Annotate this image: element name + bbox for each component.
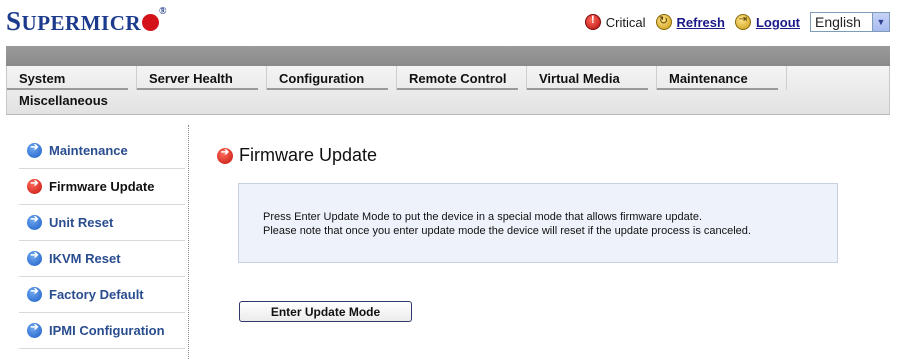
blue-arrow-icon [27, 142, 42, 158]
sidebar-item-unit-reset[interactable]: Unit Reset [19, 205, 185, 241]
sidebar-item-firmware-update[interactable]: Firmware Update [19, 169, 185, 205]
blue-arrow-icon [27, 214, 42, 230]
tab-virtual-media[interactable]: Virtual Media [527, 66, 657, 90]
refresh-link-wrap[interactable]: Refresh [655, 14, 725, 30]
logo-dot [142, 14, 160, 31]
language-value: English [815, 14, 861, 30]
logout-icon [734, 14, 751, 30]
info-box: Press Enter Update Mode to put the devic… [238, 183, 838, 263]
sidebar-item-maintenance[interactable]: Maintenance [19, 133, 185, 169]
blue-arrow-icon [27, 286, 42, 302]
blue-arrow-icon [27, 250, 42, 266]
main-nav: System Server Health Configuration Remot… [6, 66, 890, 115]
language-select[interactable]: English ▼ [810, 12, 890, 32]
enter-update-mode-button[interactable]: Enter Update Mode [239, 301, 412, 322]
tab-configuration[interactable]: Configuration [267, 66, 397, 90]
page-title: Firmware Update [217, 145, 377, 166]
red-arrow-icon [27, 178, 42, 194]
critical-status[interactable]: Critical [584, 14, 646, 30]
supermicro-logo: SUPERMICR ® [6, 6, 168, 36]
tab-server-health[interactable]: Server Health [137, 66, 267, 90]
header-actions: Critical Refresh Logout English ▼ [575, 12, 890, 32]
critical-alert-icon [584, 14, 601, 30]
sidebar: Maintenance Firmware Update Unit Reset I… [19, 133, 185, 349]
info-text-line-2: Please note that once you enter update m… [263, 225, 751, 237]
chevron-down-icon[interactable]: ▼ [872, 13, 889, 31]
refresh-icon [655, 14, 672, 30]
tab-system[interactable]: System [7, 66, 137, 90]
sidebar-item-ikvm-reset[interactable]: IKVM Reset [19, 241, 185, 277]
tab-remote-control[interactable]: Remote Control [397, 66, 527, 90]
info-text-line-1: Press Enter Update Mode to put the devic… [263, 211, 703, 223]
nav-top-strip [6, 46, 890, 66]
tab-miscellaneous[interactable]: Miscellaneous [7, 90, 137, 114]
logout-link[interactable]: Logout [756, 15, 800, 30]
refresh-link[interactable]: Refresh [677, 15, 725, 30]
critical-label: Critical [605, 14, 646, 30]
red-arrow-icon [217, 147, 233, 164]
blue-arrow-icon [27, 322, 42, 338]
logout-link-wrap[interactable]: Logout [734, 14, 800, 30]
tab-maintenance[interactable]: Maintenance [657, 66, 787, 90]
sidebar-divider [188, 125, 189, 359]
sidebar-item-ipmi-configuration[interactable]: IPMI Configuration [19, 313, 185, 349]
sidebar-item-factory-default[interactable]: Factory Default [19, 277, 185, 313]
